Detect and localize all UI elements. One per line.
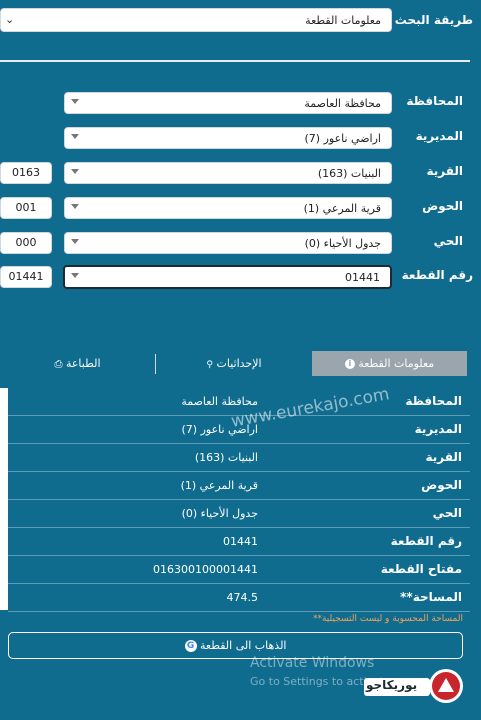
village-label: القرية bbox=[426, 164, 463, 178]
tab-printing-label: الطباعة bbox=[65, 357, 101, 370]
village-select[interactable]: البنيات (163) bbox=[64, 162, 392, 184]
basin-label: الحوض bbox=[422, 199, 463, 213]
table-row: مفتاح القطعة 016300100001441 bbox=[8, 556, 470, 584]
dropdown-arrow-icon bbox=[71, 204, 79, 209]
area-note: **المساحة المحسوبة و ليست التسجيلية bbox=[312, 614, 463, 624]
dropdown-arrow-icon bbox=[71, 273, 79, 278]
search-method-value: معلومات القطعة bbox=[305, 14, 381, 27]
detail-value: البنيات (163) bbox=[194, 451, 258, 464]
panel-edge bbox=[0, 388, 8, 610]
tab-parcel-info[interactable]: i معلومات القطعة bbox=[312, 351, 467, 376]
dropdown-arrow-icon bbox=[71, 99, 79, 104]
village-code-input[interactable]: 0163 bbox=[0, 162, 52, 184]
table-row: القرية البنيات (163) bbox=[8, 444, 470, 472]
table-row: رقم القطعة 01441 bbox=[8, 528, 470, 556]
table-row: الحي جدول الأحياء (0) bbox=[8, 500, 470, 528]
detail-value: 016300100001441 bbox=[153, 563, 258, 576]
info-icon: i bbox=[344, 359, 355, 369]
neighborhood-select[interactable]: جدول الأحياء (0) bbox=[64, 232, 392, 254]
detail-value: 474.5 bbox=[226, 591, 259, 604]
google-icon: G bbox=[184, 640, 197, 652]
neighborhood-code-input[interactable]: 000 bbox=[0, 232, 52, 254]
village-value: البنيات (163) bbox=[317, 167, 381, 180]
detail-value: 01441 bbox=[223, 535, 258, 548]
directorate-select[interactable]: اراضي ناعور (7) bbox=[64, 127, 392, 149]
governorate-select[interactable]: محافظة العاصمة bbox=[64, 92, 392, 114]
tab-printing[interactable]: ⎙ الطباعة bbox=[0, 351, 155, 376]
dropdown-arrow-icon bbox=[71, 239, 79, 244]
brand-logo-text: يوريكاجو bbox=[366, 678, 418, 692]
detail-key: الحوض bbox=[421, 478, 462, 492]
detail-key: **المساحة bbox=[400, 590, 462, 604]
go-to-parcel-button[interactable]: G الذهاب الى القطعة bbox=[8, 632, 463, 659]
dropdown-arrow-icon bbox=[71, 169, 79, 174]
detail-key: القرية bbox=[425, 450, 462, 464]
search-method-label: طريقة البحث bbox=[394, 13, 473, 27]
info-tabs: i معلومات القطعة ⚲ الإحداثيات ⎙ الطباعة bbox=[0, 351, 470, 376]
parcel-number-value: 01441 bbox=[345, 271, 380, 284]
tab-separator bbox=[155, 354, 156, 374]
parcel-number-label: رقم القطعة bbox=[401, 268, 473, 282]
neighborhood-value: جدول الأحياء (0) bbox=[304, 237, 381, 250]
search-method-select[interactable]: معلومات القطعة ⌄ bbox=[0, 8, 392, 32]
tab-coordinates-label: الإحداثيات bbox=[216, 357, 262, 370]
detail-key: المديرية bbox=[414, 422, 462, 436]
basin-code-input[interactable]: 001 bbox=[0, 197, 52, 219]
basin-select[interactable]: قرية المرعي (1) bbox=[64, 197, 392, 219]
governorate-label: المحافظة bbox=[406, 94, 463, 108]
printer-icon: ⎙ bbox=[54, 359, 63, 370]
table-row: **المساحة 474.5 bbox=[8, 584, 470, 612]
chevron-down-icon: ⌄ bbox=[5, 13, 15, 26]
governorate-value: محافظة العاصمة bbox=[304, 97, 381, 110]
neighborhood-label: الحي bbox=[433, 234, 463, 248]
location-pin-icon: ⚲ bbox=[206, 360, 214, 370]
basin-value: قرية المرعي (1) bbox=[303, 202, 381, 215]
tab-parcel-info-label: معلومات القطعة bbox=[358, 357, 435, 370]
parcel-code-input[interactable]: 01441 bbox=[0, 266, 52, 288]
section-divider bbox=[0, 60, 470, 62]
tab-coordinates[interactable]: ⚲ الإحداثيات bbox=[158, 351, 310, 376]
detail-key: مفتاح القطعة bbox=[380, 562, 462, 576]
directorate-label: المديرية bbox=[415, 129, 463, 143]
directorate-value: اراضي ناعور (7) bbox=[304, 132, 382, 145]
detail-key: المحافظة bbox=[405, 394, 462, 408]
dropdown-arrow-icon bbox=[71, 134, 79, 139]
activate-windows-title: Activate Windows bbox=[250, 655, 375, 671]
detail-key: رقم القطعة bbox=[390, 534, 462, 548]
detail-value: محافظة العاصمة bbox=[181, 395, 258, 408]
detail-key: الحي bbox=[432, 506, 462, 520]
brand-logo: يوريكاجو bbox=[360, 666, 466, 706]
go-to-parcel-label: الذهاب الى القطعة bbox=[200, 639, 287, 652]
table-row: الحوض قرية المرعي (1) bbox=[8, 472, 470, 500]
parcel-number-select[interactable]: 01441 bbox=[63, 265, 392, 289]
detail-value: قرية المرعي (1) bbox=[180, 479, 258, 492]
detail-value: جدول الأحياء (0) bbox=[181, 507, 258, 520]
